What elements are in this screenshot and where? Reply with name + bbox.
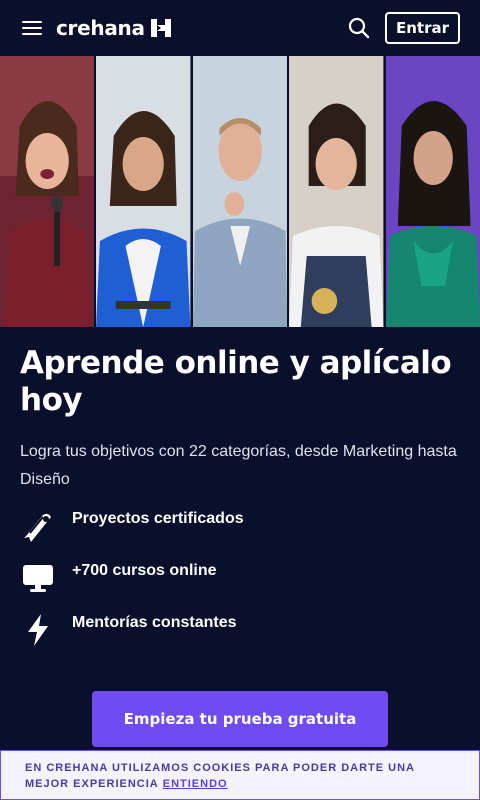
main-content: Aprende online y aplícalo hoy Logra tus …: [0, 327, 480, 747]
search-icon[interactable]: [347, 16, 371, 40]
login-button[interactable]: Entrar: [384, 12, 460, 44]
certificate-icon: [20, 508, 56, 544]
feature-item: Mentorías constantes: [20, 612, 460, 664]
instructor-photo-5: [385, 56, 480, 327]
page-title: Aprende online y aplícalo hoy: [20, 345, 452, 418]
lightning-icon: [20, 612, 56, 648]
feature-item: +700 cursos online: [20, 560, 460, 612]
logo-text: crehana: [56, 16, 145, 40]
instructor-photo-1: [0, 56, 97, 327]
start-free-trial-button[interactable]: Empieza tu prueba gratuita: [92, 691, 388, 747]
crehana-mark-icon: [150, 19, 171, 37]
monitor-icon: [20, 560, 56, 596]
cookie-text: EN CREHANA UTILIZAMOS COOKIES PARA PODER…: [25, 760, 455, 792]
instructor-photo-3: [192, 56, 290, 327]
top-navbar: crehana Entrar: [0, 0, 480, 56]
cookie-accept-link[interactable]: ENTIENDO: [163, 778, 228, 790]
hero-instructors-banner: [0, 56, 480, 327]
instructor-photo-2: [96, 56, 193, 327]
feature-item: Proyectos certificados: [20, 508, 460, 560]
feature-label: +700 cursos online: [72, 562, 217, 579]
cookie-banner: EN CREHANA UTILIZAMOS COOKIES PARA PODER…: [0, 750, 480, 800]
feature-list: Proyectos certificados +700 cursos onlin…: [20, 508, 460, 664]
crehana-logo[interactable]: crehana: [56, 16, 171, 40]
instructor-photo-4: [289, 56, 386, 327]
feature-label: Mentorías constantes: [72, 614, 237, 631]
hamburger-menu-icon[interactable]: [22, 20, 42, 36]
feature-label: Proyectos certificados: [72, 510, 244, 527]
page-subtitle: Logra tus objetivos con 22 categorías, d…: [20, 443, 457, 488]
page: crehana Entrar Aprende online y aplícalo…: [0, 0, 480, 800]
